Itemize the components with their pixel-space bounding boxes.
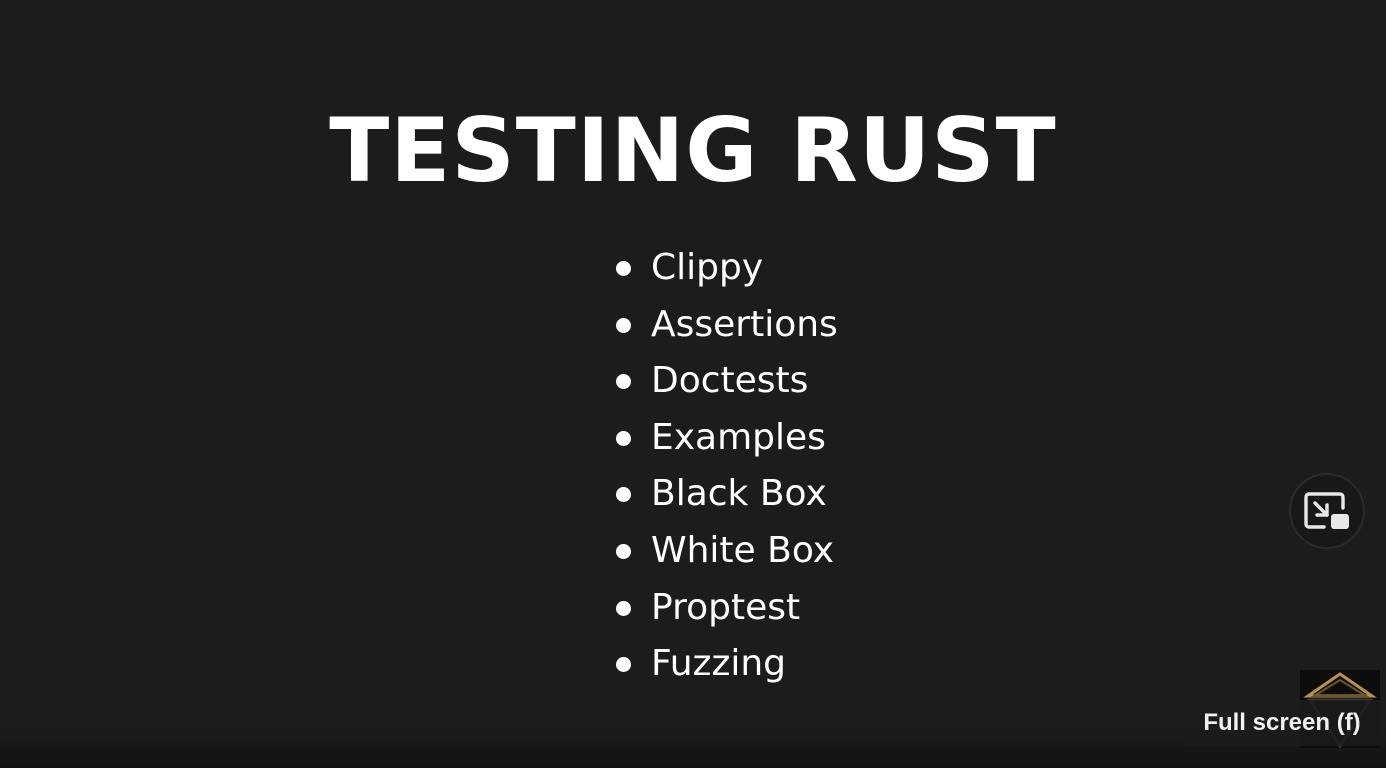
list-item-label: Examples bbox=[651, 416, 826, 458]
fullscreen-tooltip: Full screen (f) bbox=[1184, 700, 1380, 746]
list-item: White Box bbox=[612, 524, 838, 581]
list-item: Doctests bbox=[612, 354, 838, 411]
controls-gradient bbox=[0, 728, 1386, 768]
bullet-dot bbox=[616, 261, 631, 276]
bullet-dot bbox=[616, 317, 631, 333]
list-item-label: Clippy bbox=[651, 247, 764, 288]
list-item: Fuzzing bbox=[612, 637, 838, 694]
picture-in-picture-exit-icon bbox=[1304, 492, 1349, 529]
list-item: Assertions bbox=[612, 298, 838, 355]
list-item-label: Proptest bbox=[651, 586, 801, 628]
picture-in-picture-button[interactable] bbox=[1289, 473, 1365, 549]
list-item-label: Assertions bbox=[651, 303, 838, 345]
list-item: Proptest bbox=[612, 581, 838, 638]
list-item-label: White Box bbox=[651, 529, 835, 571]
list-item-label: Black Box bbox=[651, 473, 827, 515]
list-item-label: Fuzzing bbox=[651, 643, 787, 685]
bullet-dot bbox=[616, 657, 631, 673]
bullet-dot bbox=[616, 374, 631, 390]
bullet-dot bbox=[616, 600, 631, 616]
bullet-dot bbox=[616, 487, 631, 503]
list-item: Clippy bbox=[612, 241, 838, 298]
list-item-label: Doctests bbox=[651, 360, 809, 402]
bullet-dot bbox=[616, 543, 631, 559]
list-item: Black Box bbox=[612, 467, 838, 524]
bullet-list: Clippy Assertions Doctests Examples Blac… bbox=[612, 241, 838, 694]
list-item: Examples bbox=[612, 411, 838, 468]
slide-stage: TESTING RUST Clippy Assertions Doctests … bbox=[0, 0, 1386, 768]
slide-title: TESTING RUST bbox=[329, 99, 1057, 202]
bullet-dot bbox=[616, 430, 631, 446]
